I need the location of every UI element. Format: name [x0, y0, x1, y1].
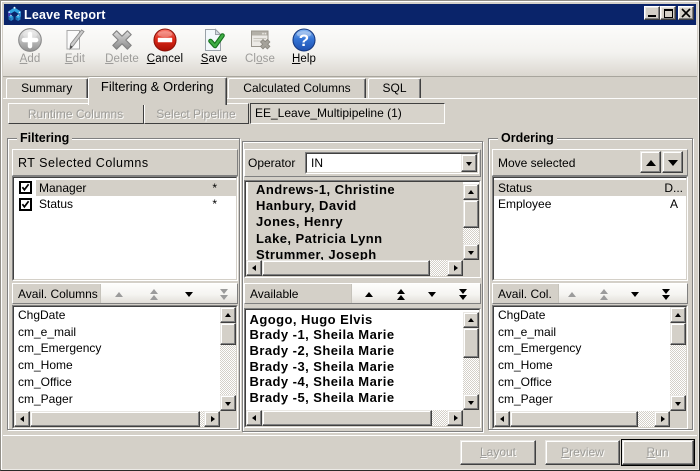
svg-text:?: ? — [299, 31, 309, 50]
